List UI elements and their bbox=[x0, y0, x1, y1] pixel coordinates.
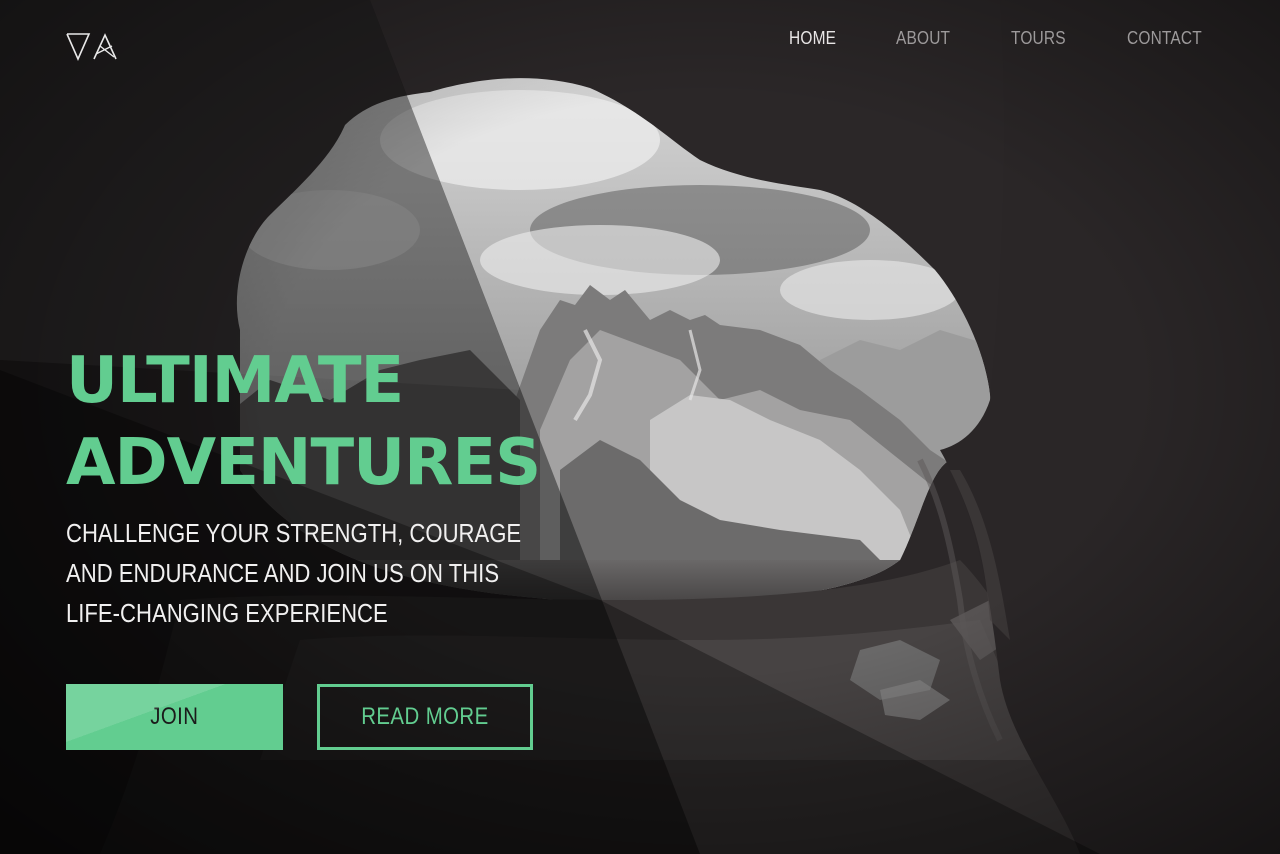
headline-line-2: ADVENTURES bbox=[66, 426, 541, 500]
va-triangle-logo[interactable] bbox=[66, 32, 118, 62]
nav-about-link[interactable]: ABOUT bbox=[896, 28, 950, 49]
hero-headline: ULTIMATE ADVENTURES bbox=[66, 340, 541, 504]
hero-section: HOME ABOUT TOURS CONTACT ULTIMATE ADVENT… bbox=[0, 0, 1280, 854]
nav-home-link[interactable]: HOME bbox=[789, 28, 836, 49]
headline-line-1: ULTIMATE bbox=[66, 344, 404, 418]
join-button-label: JOIN bbox=[150, 703, 199, 730]
main-navigation: HOME ABOUT TOURS CONTACT bbox=[789, 28, 1214, 49]
subtitle-line-3: LIFE-CHANGING EXPERIENCE bbox=[66, 598, 388, 628]
nav-contact-link[interactable]: CONTACT bbox=[1127, 28, 1202, 49]
subtitle-line-2: AND ENDURANCE AND JOIN US ON THIS bbox=[66, 558, 500, 588]
hero-subtitle: CHALLENGE YOUR STRENGTH, COURAGE AND END… bbox=[66, 513, 522, 633]
join-button[interactable]: JOIN bbox=[66, 684, 283, 750]
read-more-button-label: READ MORE bbox=[361, 703, 489, 730]
subtitle-line-1: CHALLENGE YOUR STRENGTH, COURAGE bbox=[66, 518, 522, 548]
read-more-button[interactable]: READ MORE bbox=[317, 684, 533, 750]
nav-tours-link[interactable]: TOURS bbox=[1011, 28, 1066, 49]
